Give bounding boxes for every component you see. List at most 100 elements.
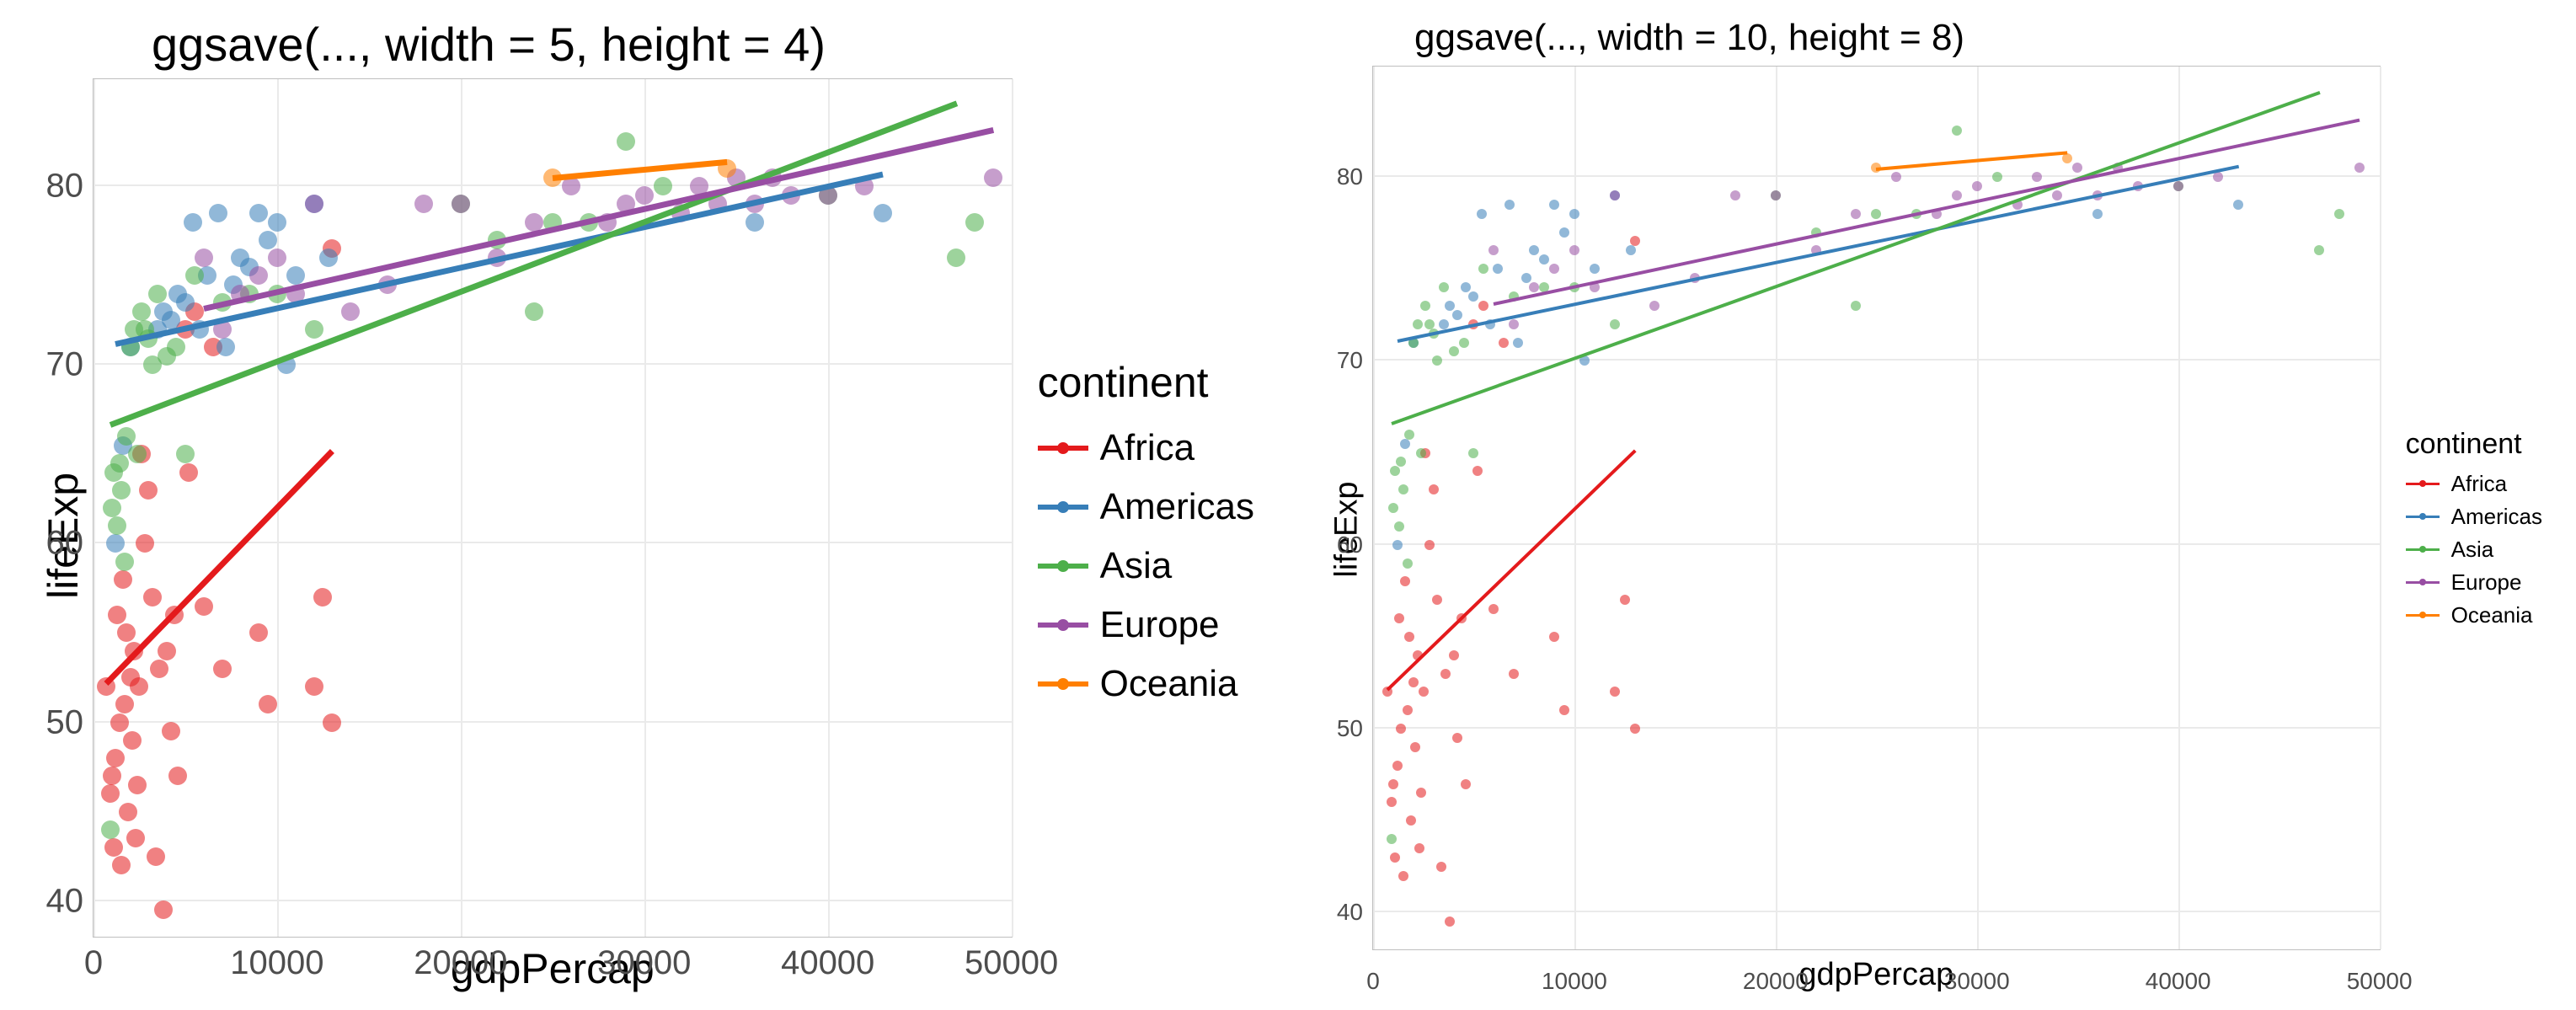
data-point — [1414, 843, 1424, 853]
data-point — [1419, 687, 1429, 697]
data-point — [1477, 209, 1487, 219]
data-point — [128, 445, 147, 463]
data-point — [103, 767, 121, 785]
trend-line-europe — [1494, 119, 2360, 306]
legend-key-icon — [2406, 614, 2440, 617]
data-point — [148, 285, 167, 303]
data-point — [1549, 264, 1559, 274]
legend-label: Oceania — [1100, 663, 1238, 705]
data-point — [2052, 190, 2062, 200]
data-point — [1394, 521, 1404, 532]
data-point — [1392, 540, 1403, 550]
data-point — [1445, 916, 1455, 927]
data-point — [2334, 209, 2344, 219]
data-point — [1549, 632, 1559, 642]
data-point — [452, 195, 470, 213]
data-point — [1649, 301, 1659, 311]
data-point — [1436, 862, 1446, 872]
data-point — [154, 900, 173, 919]
data-point — [1468, 448, 1478, 458]
legend-label: Asia — [1100, 545, 1173, 587]
data-point — [209, 204, 227, 222]
data-point — [179, 463, 198, 482]
data-point — [2213, 172, 2223, 182]
data-point — [319, 248, 338, 267]
data-point — [1509, 669, 1519, 679]
data-point — [1413, 319, 1423, 329]
data-point — [1459, 338, 1469, 348]
data-point — [874, 204, 892, 222]
data-point — [1851, 301, 1861, 311]
legend-title-right: continent — [2406, 428, 2542, 461]
trend-line-africa — [104, 449, 334, 686]
legend-item-oceania: Oceania — [2406, 602, 2542, 628]
tick-x: 10000 — [1542, 968, 1607, 995]
data-point — [101, 784, 120, 803]
tick-y: 60 — [46, 525, 84, 563]
page: ggsave(..., width = 5, height = 4) lifeE… — [0, 0, 2576, 1010]
data-point — [1730, 190, 1740, 200]
data-point — [1396, 724, 1406, 734]
data-point — [184, 213, 202, 232]
data-point — [1771, 190, 1781, 200]
data-point — [2354, 163, 2365, 173]
data-point — [1439, 282, 1449, 292]
data-point — [1416, 788, 1426, 798]
tick-y: 70 — [46, 346, 84, 384]
data-point — [158, 642, 176, 660]
data-point — [1478, 264, 1488, 274]
legend-label: Europe — [1100, 604, 1220, 646]
data-point — [1398, 871, 1408, 881]
data-point — [1461, 282, 1471, 292]
data-point — [1390, 852, 1400, 863]
data-point — [1569, 209, 1579, 219]
data-point — [2173, 181, 2183, 191]
data-point — [110, 713, 129, 732]
data-point — [103, 499, 121, 517]
data-point — [1521, 273, 1531, 283]
tick-x: 0 — [84, 944, 103, 982]
gridline-h — [1373, 359, 2380, 361]
tick-y: 80 — [46, 168, 84, 206]
data-point — [305, 320, 323, 339]
data-point — [249, 204, 268, 222]
trend-line-americas — [1397, 164, 2239, 342]
legend-item-americas: Americas — [1038, 486, 1254, 528]
data-point — [216, 338, 235, 356]
data-point — [1468, 291, 1478, 302]
data-point — [1972, 181, 1982, 191]
gridline-v — [1373, 67, 1375, 949]
legend-item-asia: Asia — [1038, 545, 1254, 587]
data-point — [323, 713, 341, 732]
data-point — [1529, 245, 1539, 255]
legend-key-icon — [1038, 564, 1088, 569]
data-point — [1549, 200, 1559, 210]
data-point — [1390, 466, 1400, 476]
data-point — [1610, 190, 1620, 200]
gridline-h — [94, 542, 1012, 543]
tick-x: 40000 — [2146, 968, 2211, 995]
data-point — [126, 829, 145, 847]
tick-x: 0 — [1366, 968, 1380, 995]
legend-item-africa: Africa — [2406, 471, 2542, 497]
data-point — [1387, 797, 1397, 807]
data-point — [119, 803, 137, 821]
data-point — [1449, 650, 1459, 660]
xlabel-right: gdpPercap — [1372, 957, 2381, 993]
data-point — [1559, 227, 1569, 238]
data-point — [1493, 264, 1503, 274]
plot-area-left: 010000200003000040000500004050607080 — [93, 78, 1013, 938]
panel-left: ggsave(..., width = 5, height = 4) lifeE… — [0, 0, 1288, 1010]
legend-key-icon — [2406, 548, 2440, 551]
data-point — [1400, 439, 1410, 449]
data-point — [259, 695, 277, 713]
data-point — [128, 776, 147, 794]
gridline-h — [94, 900, 1012, 901]
data-point — [176, 445, 195, 463]
legend-key-icon — [1038, 446, 1088, 451]
data-point — [1478, 301, 1488, 311]
data-point — [2314, 245, 2324, 255]
data-point — [1394, 613, 1404, 623]
legend-item-europe: Europe — [2406, 569, 2542, 596]
data-point — [1432, 595, 1442, 605]
